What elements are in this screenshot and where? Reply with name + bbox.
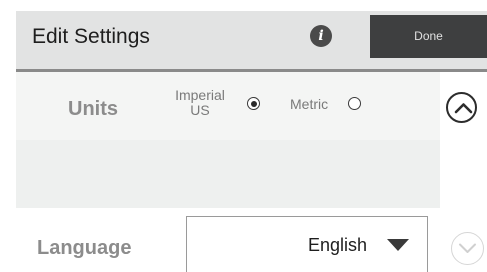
page-title: Edit Settings xyxy=(32,25,150,48)
imperial-label-line2: US xyxy=(190,102,210,118)
metric-label[interactable]: Metric xyxy=(290,96,328,112)
info-icon[interactable]: i xyxy=(310,25,332,47)
chevron-down-icon xyxy=(459,243,476,253)
chevron-up-icon xyxy=(454,103,473,114)
settings-screen: Edit Settings i Done Units Imperial US M… xyxy=(0,0,487,272)
imperial-us-label[interactable]: Imperial US xyxy=(166,88,234,118)
metric-radio[interactable] xyxy=(348,97,361,110)
units-label: Units xyxy=(68,98,118,120)
done-button[interactable]: Done xyxy=(370,15,487,58)
imperial-label-line1: Imperial xyxy=(175,87,225,103)
imperial-radio[interactable] xyxy=(247,97,260,110)
expand-button[interactable] xyxy=(451,232,484,265)
language-value[interactable]: English xyxy=(308,234,367,256)
caret-down-icon[interactable] xyxy=(387,239,409,251)
language-label: Language xyxy=(37,237,132,259)
collapse-button[interactable] xyxy=(446,92,477,123)
